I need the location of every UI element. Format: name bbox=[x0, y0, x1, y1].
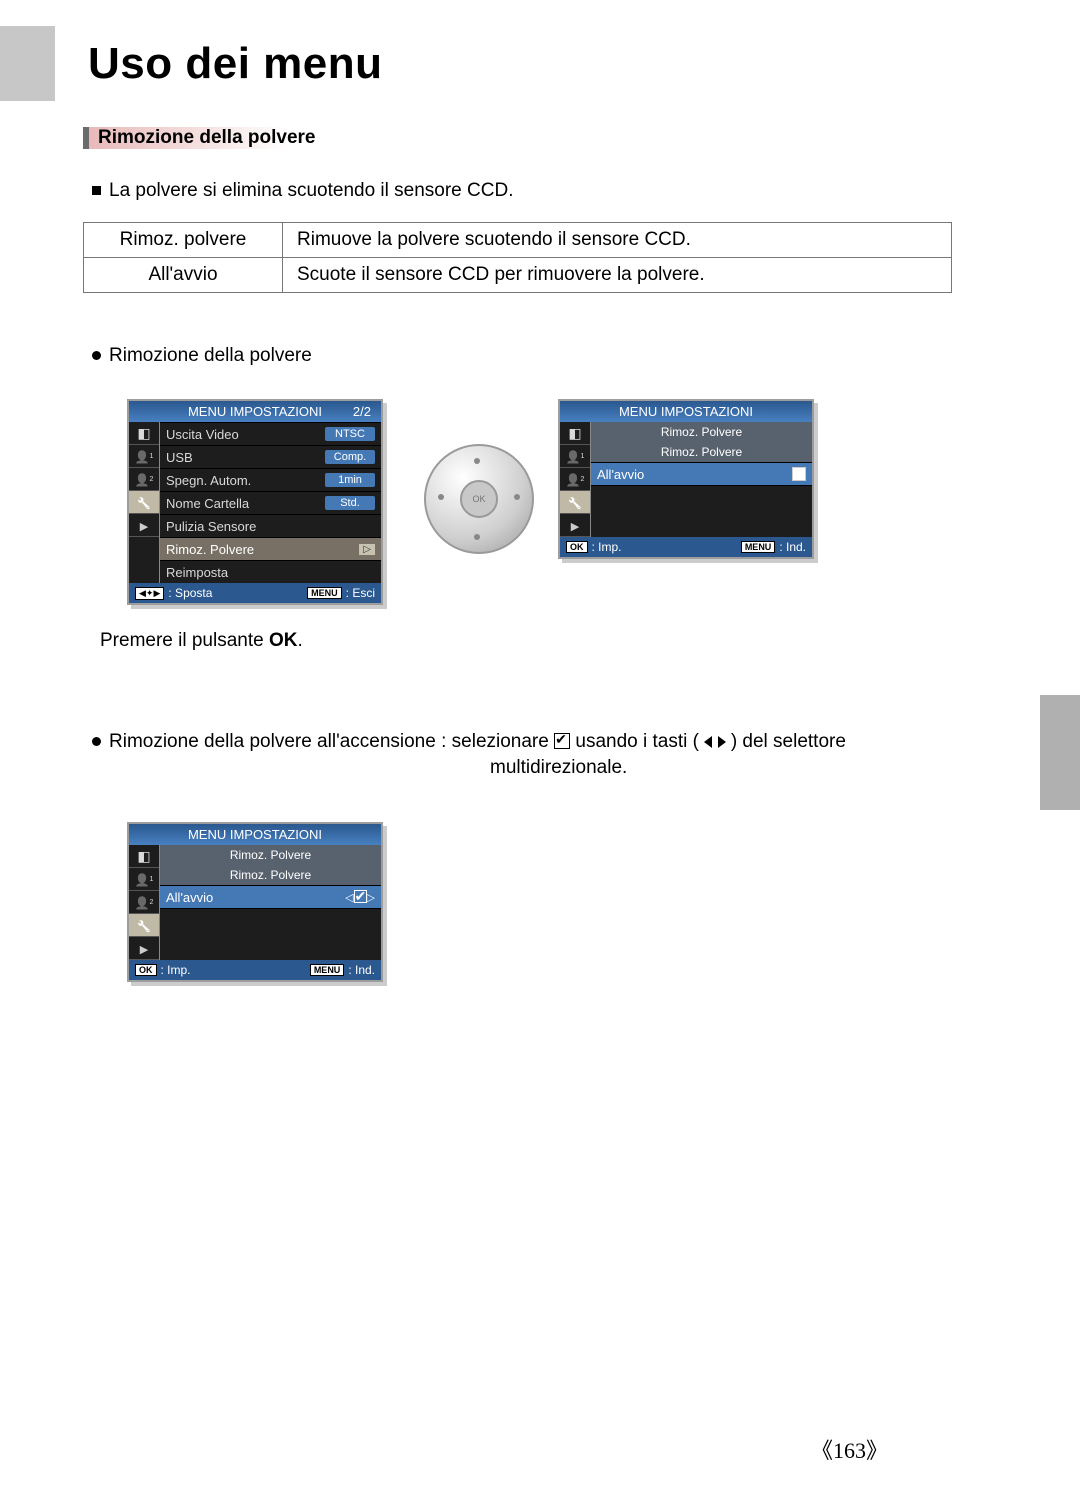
menu-row: USBComp. bbox=[160, 445, 381, 468]
menu-button-icon: MENU bbox=[741, 541, 776, 553]
ok-button-icon: OK bbox=[135, 964, 157, 976]
cell: Scuote il sensore CCD per rimuovere la p… bbox=[283, 258, 952, 293]
description-table: Rimoz. polvere Rimuove la polvere scuote… bbox=[83, 222, 952, 293]
lcd-subheading-2: Rimoz. Polvere bbox=[591, 442, 812, 462]
tab-user2-icon: 2 bbox=[129, 891, 159, 914]
dial-bottom-dot bbox=[474, 534, 480, 540]
triangle-right-icon bbox=[718, 736, 726, 748]
lcd-subheading: Rimoz. Polvere bbox=[591, 422, 812, 442]
lcd-tabs: ◧ 1 2 bbox=[129, 422, 160, 583]
menu-row-selected: All'avvio ◁▷ bbox=[160, 885, 381, 908]
page-title: Uso dei menu bbox=[88, 39, 383, 89]
menu-row: Uscita VideoNTSC bbox=[160, 422, 381, 445]
dot-bullet-icon bbox=[92, 351, 101, 360]
lcd-page-indicator: 2/2 bbox=[353, 404, 371, 419]
tab-user1-icon: 1 bbox=[129, 445, 159, 468]
lcd-subheading-2: Rimoz. Polvere bbox=[160, 865, 381, 885]
checkbox-checked-with-arrows-icon: ◁▷ bbox=[345, 890, 375, 904]
tab-play-icon bbox=[129, 937, 159, 960]
side-tab bbox=[1040, 695, 1080, 810]
checkbox-checked-icon bbox=[554, 733, 570, 749]
tab-user2-icon: 2 bbox=[560, 468, 590, 491]
press-ok-line: Premere il pulsante OK. bbox=[100, 630, 303, 652]
sub-bullet-2: Rimozione della polvere all'accensione :… bbox=[92, 731, 846, 753]
lcd-subheading: Rimoz. Polvere bbox=[160, 845, 381, 865]
page-number: 《163》 bbox=[811, 1433, 888, 1465]
tab-play-icon bbox=[560, 514, 590, 537]
lcd-screen-2: MENU IMPOSTAZIONI ◧ 1 2 Rimoz. Polvere R… bbox=[558, 399, 814, 559]
lcd-tabs: ◧ 1 2 bbox=[129, 845, 160, 960]
triangle-left-icon bbox=[704, 736, 712, 748]
manual-page: Uso dei menu Rimozione della polvere La … bbox=[0, 0, 1080, 1507]
tab-user1-icon: 1 bbox=[129, 868, 159, 891]
lcd-header: MENU IMPOSTAZIONI bbox=[129, 824, 381, 845]
menu-row-selected: Rimoz. Polvere▷ bbox=[160, 537, 381, 560]
cell: Rimoz. polvere bbox=[84, 223, 283, 258]
menu-row-selected: All'avvio bbox=[591, 462, 812, 485]
lcd-rows: Uscita VideoNTSC USBComp. Spegn. Autom.1… bbox=[160, 422, 381, 583]
tab-camera-icon: ◧ bbox=[560, 422, 590, 445]
lcd-footer: OK : Imp. MENU : Ind. bbox=[129, 960, 381, 980]
square-bullet-icon bbox=[92, 186, 101, 195]
lcd-header: MENU IMPOSTAZIONI 2/2 bbox=[129, 401, 381, 422]
tab-settings-icon bbox=[560, 491, 590, 514]
lcd-screen-1: MENU IMPOSTAZIONI 2/2 ◧ 1 2 Uscita Video… bbox=[127, 399, 383, 605]
control-dial-illustration: OK bbox=[424, 444, 534, 549]
menu-row: Reimposta bbox=[160, 560, 381, 583]
nav-arrows-icon: ◀✦▶ bbox=[135, 587, 164, 600]
table-row: Rimoz. polvere Rimuove la polvere scuote… bbox=[84, 223, 952, 258]
section-heading: Rimozione della polvere bbox=[83, 127, 316, 149]
menu-button-icon: MENU bbox=[307, 587, 342, 599]
lcd-footer: OK : Imp. MENU : Ind. bbox=[560, 537, 812, 557]
sub-bullet-1: Rimozione della polvere bbox=[92, 345, 312, 367]
menu-row: Spegn. Autom.1min bbox=[160, 468, 381, 491]
tab-camera-icon: ◧ bbox=[129, 845, 159, 868]
checkbox-empty-icon bbox=[792, 467, 806, 481]
title-bar: Uso dei menu bbox=[0, 26, 915, 101]
tab-camera-icon: ◧ bbox=[129, 422, 159, 445]
dial-left-dot bbox=[438, 494, 444, 500]
lcd-header: MENU IMPOSTAZIONI bbox=[560, 401, 812, 422]
intro-text: La polvere si elimina scuotendo il senso… bbox=[109, 180, 513, 201]
table-row: All'avvio Scuote il sensore CCD per rimu… bbox=[84, 258, 952, 293]
menu-row: Nome CartellaStd. bbox=[160, 491, 381, 514]
sub-bullet-1-text: Rimozione della polvere bbox=[109, 345, 312, 366]
dial-right-dot bbox=[514, 494, 520, 500]
lcd-screen-3: MENU IMPOSTAZIONI ◧ 1 2 Rimoz. Polvere R… bbox=[127, 822, 383, 982]
menu-row-empty bbox=[591, 485, 812, 530]
dial-ok-button: OK bbox=[460, 480, 498, 518]
menu-row-empty bbox=[160, 908, 381, 953]
menu-button-icon: MENU bbox=[310, 964, 345, 976]
lcd-header-text: MENU IMPOSTAZIONI bbox=[188, 404, 322, 419]
tab-settings-icon bbox=[129, 914, 159, 937]
dial-top-dot bbox=[474, 458, 480, 464]
lcd-tabs: ◧ 1 2 bbox=[560, 422, 591, 537]
arrow-right-icon: ▷ bbox=[359, 544, 375, 555]
dot-bullet-icon bbox=[92, 737, 101, 746]
tab-play-icon bbox=[129, 514, 159, 537]
tab-settings-icon bbox=[129, 491, 159, 514]
tab-user1-icon: 1 bbox=[560, 445, 590, 468]
menu-row: Pulizia Sensore bbox=[160, 514, 381, 537]
lcd-footer: ◀✦▶ : Sposta MENU : Esci bbox=[129, 583, 381, 603]
ok-button-icon: OK bbox=[566, 541, 588, 553]
cell: Rimuove la polvere scuotendo il sensore … bbox=[283, 223, 952, 258]
sub-bullet-2-line2: multidirezionale. bbox=[490, 757, 627, 779]
tab-user2-icon: 2 bbox=[129, 468, 159, 491]
cell: All'avvio bbox=[84, 258, 283, 293]
intro-bullet: La polvere si elimina scuotendo il senso… bbox=[92, 180, 513, 202]
